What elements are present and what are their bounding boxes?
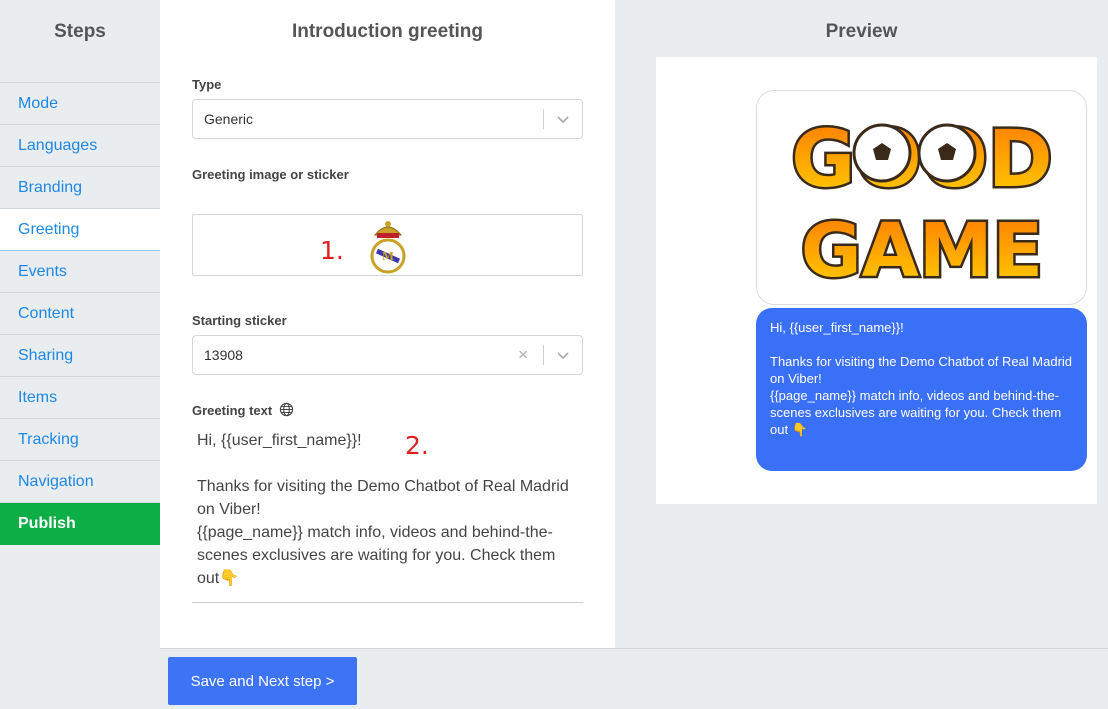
real-madrid-crest-icon: M <box>370 221 406 274</box>
step-events[interactable]: Events <box>0 251 160 293</box>
step-branding[interactable]: Branding <box>0 167 160 209</box>
step-sharing[interactable]: Sharing <box>0 335 160 377</box>
starting-sticker-label: Starting sticker <box>192 313 287 328</box>
globe-icon[interactable] <box>279 402 294 417</box>
preview-card: GOOD GAME Hi, {{user_first_name}}! Thank… <box>656 57 1097 504</box>
select-separator <box>543 345 544 365</box>
chevron-down-icon[interactable] <box>556 348 570 362</box>
starting-sticker-select[interactable]: 13908 × <box>192 335 583 375</box>
good-game-sticker-image: GOOD GAME <box>789 113 1055 297</box>
annotation-marker-2: 2. <box>405 431 429 460</box>
greeting-image-dropzone[interactable]: M <box>192 214 583 276</box>
annotation-marker-1: 1. <box>320 236 344 265</box>
svg-text:M: M <box>382 250 394 263</box>
footer-bar: Save and Next step > <box>160 648 1108 709</box>
step-navigation[interactable]: Navigation <box>0 461 160 503</box>
chat-bubble: Hi, {{user_first_name}}! Thanks for visi… <box>756 308 1087 471</box>
save-next-step-button[interactable]: Save and Next step > <box>168 657 357 705</box>
sidebar-title: Steps <box>54 21 106 42</box>
select-separator <box>543 109 544 129</box>
type-select[interactable]: Generic <box>192 99 583 139</box>
step-mode[interactable]: Mode <box>0 83 160 125</box>
steps-list: Mode Languages Branding Greeting Events … <box>0 82 160 545</box>
greeting-text-input[interactable]: Hi, {{user_first_name}}! Thanks for visi… <box>192 425 583 603</box>
greeting-image-label: Greeting image or sticker <box>192 167 349 182</box>
step-content[interactable]: Content <box>0 293 160 335</box>
chevron-down-icon[interactable] <box>556 112 570 126</box>
type-label: Type <box>192 77 222 92</box>
greeting-text-label: Greeting text <box>192 403 273 418</box>
steps-sidebar: Steps Mode Languages Branding Greeting E… <box>0 0 160 648</box>
clear-icon[interactable]: × <box>518 343 528 367</box>
step-greeting[interactable]: Greeting <box>0 209 160 251</box>
preview-title: Preview <box>825 21 898 42</box>
greeting-editor-panel: Introduction greeting Type Generic Greet… <box>160 0 615 648</box>
step-items[interactable]: Items <box>0 377 160 419</box>
sticker-word-2: GAME <box>801 208 1043 294</box>
type-select-value: Generic <box>204 111 254 127</box>
page-title: Introduction greeting <box>291 21 484 42</box>
step-tracking[interactable]: Tracking <box>0 419 160 461</box>
step-publish[interactable]: Publish <box>0 503 160 545</box>
starting-sticker-value: 13908 <box>204 347 243 363</box>
greeting-text-label-row: Greeting text <box>192 402 294 418</box>
sticker-preview: GOOD GAME <box>756 90 1087 305</box>
step-languages[interactable]: Languages <box>0 125 160 167</box>
